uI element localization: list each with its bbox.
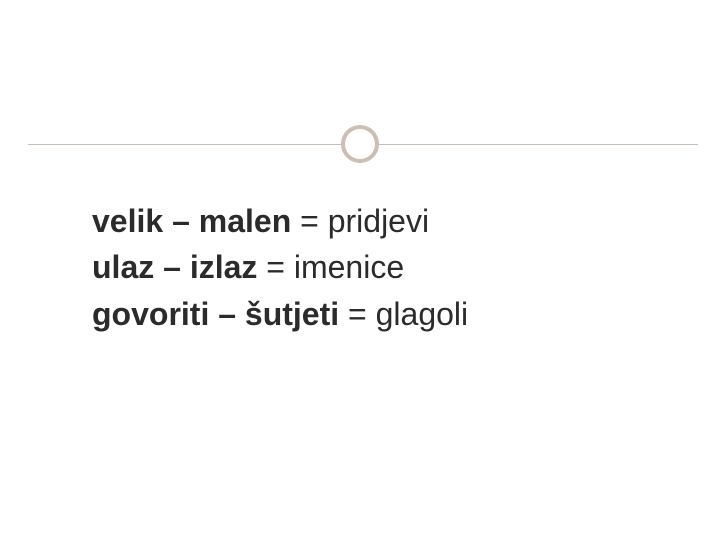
entry-line: govoriti – šutjeti = glagoli	[92, 291, 680, 337]
circle-ornament-icon	[341, 125, 379, 163]
entry-line: ulaz – izlaz = imenice	[92, 244, 680, 290]
category-label: imenice	[294, 249, 404, 285]
word-pair: ulaz – izlaz	[92, 249, 257, 285]
slide-divider	[0, 125, 720, 165]
equals-text: =	[257, 249, 293, 285]
equals-text: =	[291, 203, 327, 239]
equals-text: =	[339, 296, 375, 332]
word-pair: velik – malen	[92, 203, 291, 239]
entry-line: velik – malen = pridjevi	[92, 198, 680, 244]
category-label: glagoli	[376, 296, 469, 332]
slide-content: velik – malen = pridjevi ulaz – izlaz = …	[92, 198, 680, 337]
category-label: pridjevi	[328, 203, 429, 239]
word-pair: govoriti – šutjeti	[92, 296, 339, 332]
